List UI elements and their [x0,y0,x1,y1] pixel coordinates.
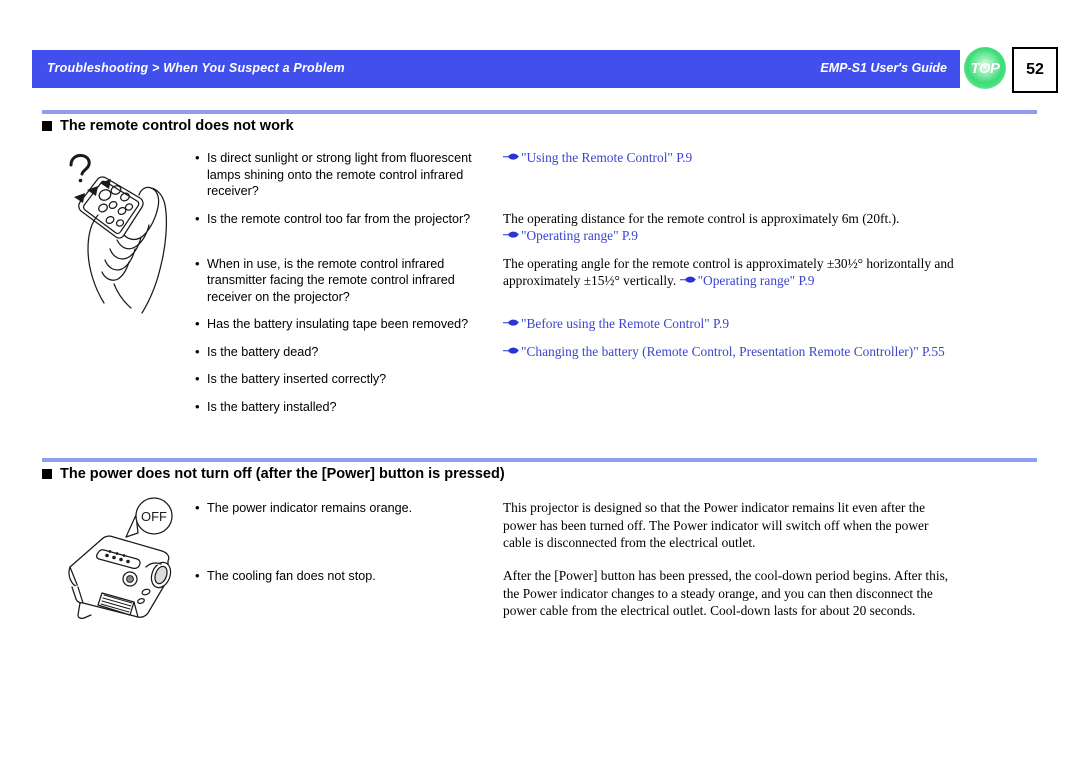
remedy-cell: The operating angle for the remote contr… [495,251,967,312]
section-heading-text: The power does not turn off (after the [… [60,466,505,482]
check-text: Is the battery installed? [207,399,337,414]
section-rule [42,110,1037,114]
section-rule [42,458,1037,462]
check-cell: • Is the battery dead? [185,339,495,367]
link-text: "Using the Remote Control" P.9 [521,150,693,165]
check-cell: • When in use, is the remote control infr… [185,251,495,312]
top-button[interactable]: TOP [964,47,1006,89]
bullet-icon: • [195,316,200,332]
check-cell: • Is the battery installed? [185,394,495,422]
check-text: The cooling fan does not stop. [207,569,376,583]
pointing-hand-icon [503,319,519,326]
check-text: Is the battery inserted correctly? [207,372,387,387]
check-text: Is the battery dead? [207,344,319,359]
projector-callout-label: OFF [141,509,167,524]
remedy-plain-text: This projector is designed so that the P… [503,500,929,551]
check-cell: • Is the remote control too far from the … [185,206,495,251]
link-text: "Operating range" P.9 [697,273,815,289]
remedy-cell: "Using the Remote Control" P.9 [495,145,967,206]
bullet-icon: • [195,150,200,165]
pointing-hand-icon [679,276,696,283]
illustration-cell-remote [57,145,185,421]
projector-off-illustration: OFF [68,497,173,619]
check-text: Is the remote control too far from the p… [207,211,471,226]
table-row: • Is direct sunlight or strong light from… [57,145,967,314]
check-cell: • Has the battery insulating tape been re… [185,311,495,339]
breadcrumb: Troubleshooting > When You Suspect a Pro… [47,61,345,75]
table-row: • The cooling fan does not stop. After th… [57,563,967,631]
page-header: Troubleshooting > When You Suspect a Pro… [0,0,1080,96]
remote-control-table: • Is direct sunlight or strong light from… [57,145,967,421]
remedy-plain-text: After the [Power] button has been presse… [503,568,949,619]
remedy-cell: "Changing the battery (Remote Control, P… [495,339,967,422]
bullet-icon: • [195,500,200,515]
square-bullet-icon [42,121,52,131]
link-text: "Operating range" P.9 [521,228,638,244]
remedy-cell: "Before using the Remote Control" P.9 [495,311,967,339]
page-number: 52 [1026,61,1044,78]
check-cell: • The cooling fan does not stop. [185,563,495,631]
hand-holding-remote-illustration [69,153,167,314]
cross-reference-link[interactable]: "Using the Remote Control" P.9 [503,150,692,165]
section-heading: The remote control does not work [42,118,294,134]
remedy-cell: The operating distance for the remote co… [495,206,967,251]
power-off-table: OFF • The power indicator remains orange.… [57,495,967,631]
bullet-icon: • [195,343,200,359]
square-bullet-icon [42,469,52,479]
remedy-cell: After the [Power] button has been presse… [495,563,967,631]
bullet-icon: • [195,210,200,226]
check-text: Is direct sunlight or strong light from … [207,151,472,198]
page-number-box: 52 [1012,47,1058,93]
cross-reference-link[interactable]: "Operating range" P.9 [503,228,638,243]
remedy-cell: This projector is designed so that the P… [495,495,967,563]
remedy-plain-text: The operating distance for the remote co… [503,210,900,226]
pointing-hand-icon [503,153,519,160]
table-row: • Is the battery dead? "Changing the batt… [57,339,967,367]
table-row: OFF • The power indicator remains orange.… [57,495,967,619]
check-cell: • Is direct sunlight or strong light from… [185,145,495,206]
check-text: Has the battery insulating tape been rem… [207,317,469,332]
table-row: • Is the remote control too far from the … [57,206,967,251]
check-cell: • Is the battery inserted correctly? [185,366,495,394]
cross-reference-link[interactable]: "Operating range" P.9 [679,273,815,289]
link-text: "Before using the Remote Control" P.9 [521,316,730,332]
bullet-icon: • [195,371,200,387]
pointing-hand-icon [503,347,519,354]
section-heading-text: The remote control does not work [60,118,294,134]
pointing-hand-icon [503,231,519,238]
cross-reference-link[interactable]: "Changing the battery (Remote Control, P… [503,344,945,359]
table-row: • Has the battery insulating tape been re… [57,311,967,339]
bullet-icon: • [195,568,200,583]
table-row: • When in use, is the remote control infr… [57,251,967,312]
check-cell: • The power indicator remains orange. [185,495,495,563]
guide-title: EMP-S1 User's Guide [820,61,947,75]
bullet-icon: • [195,255,200,271]
check-text: The power indicator remains orange. [207,501,413,515]
top-button-label: TOP [970,59,1000,77]
bullet-icon: • [195,398,200,414]
section-heading: The power does not turn off (after the [… [42,466,505,482]
link-text: "Changing the battery (Remote Control, P… [521,343,945,359]
cross-reference-link[interactable]: "Before using the Remote Control" P.9 [503,316,729,331]
illustration-cell-projector: OFF [57,495,185,631]
check-text: When in use, is the remote control infra… [207,256,455,304]
